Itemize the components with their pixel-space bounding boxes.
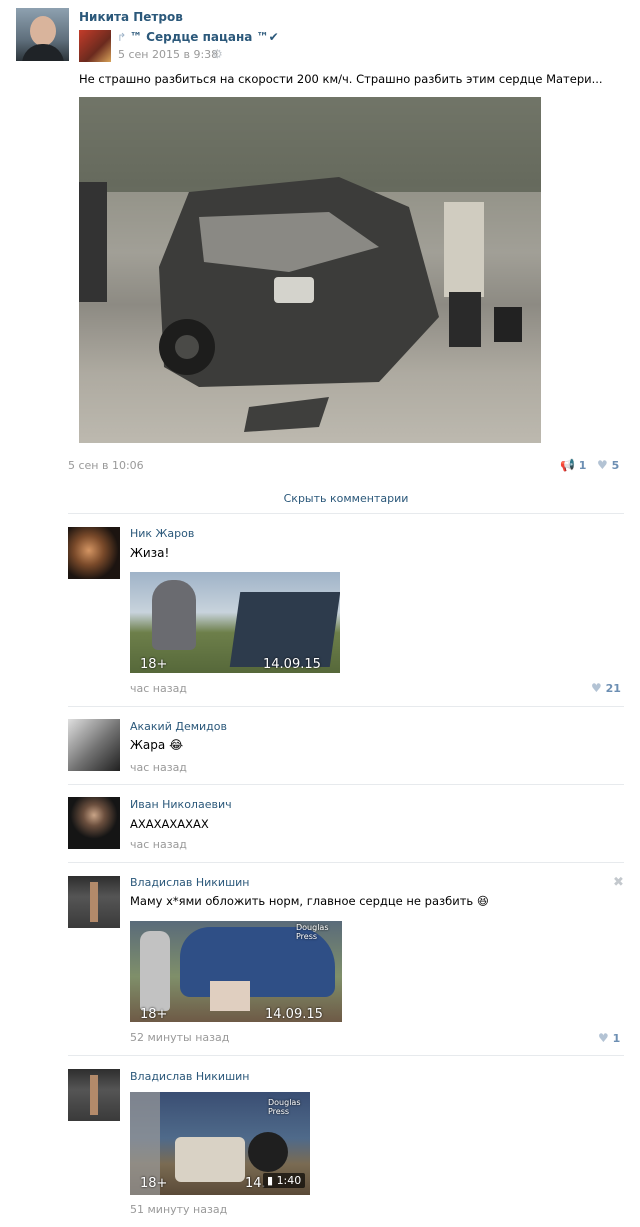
video-date: 14.09.15 [265,1007,323,1022]
post-photo[interactable] [79,97,541,443]
comment-time[interactable]: час назад [130,761,187,774]
post-author-avatar[interactable] [16,8,69,61]
heart-icon: ♥ [597,458,608,472]
comment-video-thumbnail[interactable]: Douglas Press 18+ 14. ▮ 1:40 [130,1092,310,1195]
megaphone-icon: 📢 [560,458,575,472]
video-duration-badge: ▮ 1:40 [263,1173,306,1188]
like-button[interactable]: ♥ 5 [597,458,619,472]
video-watermark: Douglas Press [296,923,329,941]
comment-text: Маму х*ями обложить норм, главное сердце… [130,894,489,908]
age-rating: 18+ [140,1176,168,1191]
comment-avatar[interactable] [68,1069,120,1121]
close-icon[interactable]: ✖ [613,875,624,890]
comment-time[interactable]: 52 минуты назад [130,1031,229,1044]
repost-date[interactable]: 5 сен 2015 в 9:38 [118,48,218,61]
comment-avatar[interactable] [68,876,120,928]
heart-icon: ♥ [591,681,602,695]
video-date: 14.09.15 [263,657,321,672]
heart-icon: ♥ [598,1031,609,1045]
comment-text: Жиза! [130,546,170,560]
hide-comments-link[interactable]: Скрыть комментарии [0,492,640,505]
comment-time[interactable]: 51 минуту назад [130,1203,227,1216]
comment-like-button[interactable]: ♥ 1 [598,1031,620,1045]
video-icon: ▮ [267,1174,274,1187]
comment-author[interactable]: Владислав Никишин [130,876,250,889]
comment-video-thumbnail[interactable]: Douglas Press 18+ 14.09.15 [130,921,342,1022]
comment-time[interactable]: час назад [130,682,187,695]
post-author-name[interactable]: Никита Петров [79,10,183,24]
age-rating: 18+ [140,1007,168,1022]
comment-text: АХАХАХАХАХ [130,817,209,831]
video-watermark: Douglas Press [268,1098,301,1116]
comment-author[interactable]: Ник Жаров [130,527,194,540]
gear-icon[interactable]: ⚙ [212,47,223,61]
comment-like-count: 1 [612,1032,621,1045]
comment-like-button[interactable]: ♥ 21 [591,681,621,695]
age-rating: 18+ [140,657,168,672]
repost-source-avatar[interactable] [79,30,111,62]
repost-button[interactable]: 📢 1 [560,458,586,472]
post-text: Не страшно разбиться на скорости 200 км/… [79,72,603,86]
comment-avatar[interactable] [68,797,120,849]
comment-author[interactable]: Акакий Демидов [130,720,227,733]
comment-video-thumbnail[interactable]: 18+ 14.09.15 [130,572,340,673]
comment-avatar[interactable] [68,527,120,579]
like-count: 5 [611,459,620,472]
comment-time[interactable]: час назад [130,838,187,851]
comment-like-count: 21 [605,682,621,695]
repost-source-name[interactable]: ™ Сердце пацана ™✔ [130,30,279,44]
comment-text: Жара 😂 [130,738,184,752]
repost-count: 1 [578,459,587,472]
crashed-car-illustration [79,97,541,443]
comment-author[interactable]: Иван Николаевич [130,798,232,811]
video-duration: 1:40 [276,1174,302,1187]
post-date[interactable]: 5 сен в 10:06 [68,459,144,472]
comment-author[interactable]: Владислав Никишин [130,1070,250,1083]
repost-icon: ↱ [117,31,127,44]
comment-avatar[interactable] [68,719,120,771]
